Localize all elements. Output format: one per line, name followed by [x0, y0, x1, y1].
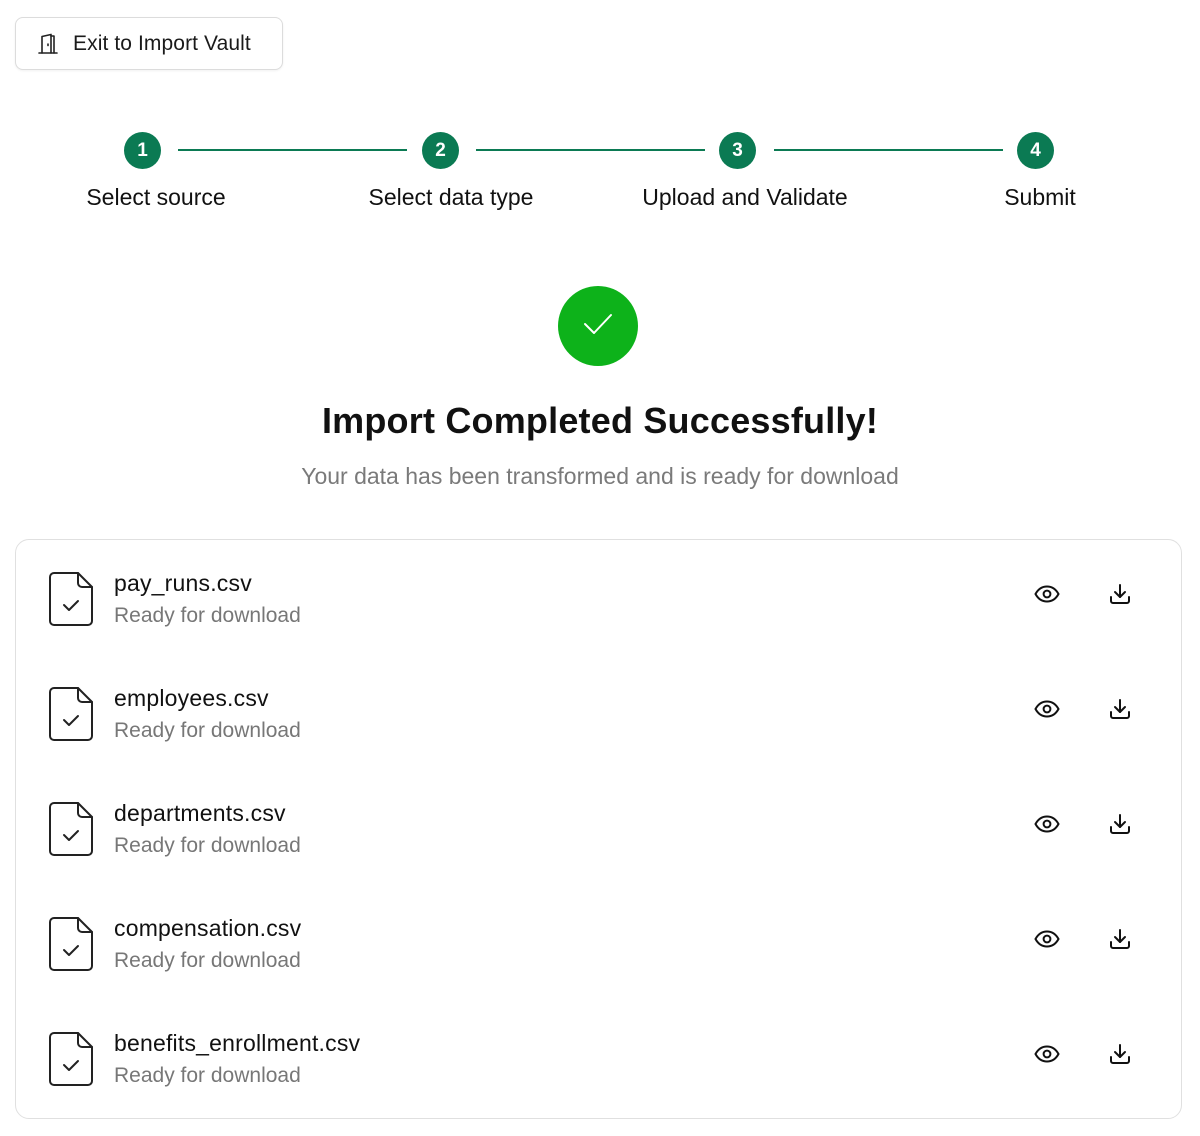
- exit-button-label: Exit to Import Vault: [73, 31, 251, 55]
- download-icon: [1108, 812, 1132, 841]
- file-row: pay_runs.csv Ready for download: [16, 540, 1181, 655]
- step-connector: [774, 149, 1003, 151]
- exit-to-import-vault-button[interactable]: Exit to Import Vault: [15, 17, 283, 70]
- check-icon: [583, 313, 613, 340]
- download-button[interactable]: [1106, 582, 1134, 610]
- download-icon: [1108, 927, 1132, 956]
- eye-icon: [1034, 814, 1060, 838]
- file-row: departments.csv Ready for download: [16, 770, 1181, 885]
- file-check-icon: [49, 687, 93, 746]
- file-check-icon: [49, 802, 93, 861]
- eye-icon: [1034, 584, 1060, 608]
- file-check-icon: [49, 572, 93, 631]
- step-4-label: Submit: [1004, 184, 1076, 210]
- eye-icon: [1034, 699, 1060, 723]
- file-status: Ready for download: [114, 949, 301, 972]
- success-badge: [558, 286, 638, 366]
- eye-icon: [1034, 929, 1060, 953]
- import-stepper: 1 2 3 4 Select source Select data type U…: [0, 130, 1200, 230]
- success-title: Import Completed Successfully!: [321, 400, 879, 441]
- step-1-indicator[interactable]: 1: [124, 132, 161, 169]
- file-list: pay_runs.csv Ready for download employee…: [15, 539, 1182, 1119]
- step-3-label: Upload and Validate: [642, 184, 848, 210]
- file-name: pay_runs.csv: [114, 570, 252, 596]
- download-icon: [1108, 697, 1132, 726]
- step-2-label: Select data type: [368, 184, 534, 210]
- download-button[interactable]: [1106, 927, 1134, 955]
- step-4-indicator[interactable]: 4: [1017, 132, 1054, 169]
- step-2-indicator[interactable]: 2: [422, 132, 459, 169]
- file-status: Ready for download: [114, 1064, 301, 1087]
- file-row: compensation.csv Ready for download: [16, 885, 1181, 1000]
- file-row: benefits_enrollment.csv Ready for downlo…: [16, 1000, 1181, 1115]
- step-connector: [178, 149, 407, 151]
- file-check-icon: [49, 917, 93, 976]
- download-button[interactable]: [1106, 697, 1134, 725]
- file-status: Ready for download: [114, 719, 301, 742]
- preview-button[interactable]: [1033, 812, 1061, 840]
- download-icon: [1108, 582, 1132, 611]
- file-name: employees.csv: [114, 685, 269, 711]
- file-name: benefits_enrollment.csv: [114, 1030, 361, 1056]
- step-connector: [476, 149, 705, 151]
- file-status: Ready for download: [114, 604, 301, 627]
- eye-icon: [1034, 1044, 1060, 1068]
- download-icon: [1108, 1042, 1132, 1071]
- download-button[interactable]: [1106, 1042, 1134, 1070]
- preview-button[interactable]: [1033, 927, 1061, 955]
- step-3-indicator[interactable]: 3: [719, 132, 756, 169]
- success-subtitle: Your data has been transformed and is re…: [301, 463, 899, 489]
- file-name: departments.csv: [114, 800, 286, 826]
- door-exit-icon: [36, 32, 60, 56]
- step-1-label: Select source: [86, 184, 226, 210]
- download-button[interactable]: [1106, 812, 1134, 840]
- file-status: Ready for download: [114, 834, 301, 857]
- file-row: employees.csv Ready for download: [16, 655, 1181, 770]
- preview-button[interactable]: [1033, 1042, 1061, 1070]
- file-check-icon: [49, 1032, 93, 1091]
- preview-button[interactable]: [1033, 697, 1061, 725]
- preview-button[interactable]: [1033, 582, 1061, 610]
- file-name: compensation.csv: [114, 915, 302, 941]
